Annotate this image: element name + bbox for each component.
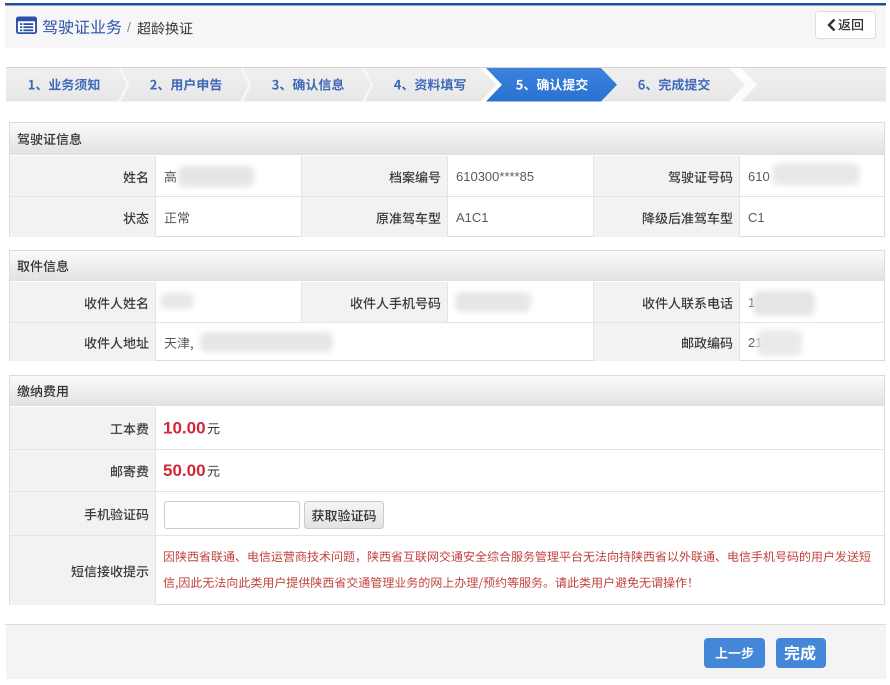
- svg-text:/: /: [127, 19, 131, 35]
- svg-text:A1C1: A1C1: [456, 210, 489, 225]
- svg-text:610: 610: [748, 169, 770, 184]
- svg-text:610300****85: 610300****85: [456, 169, 534, 184]
- svg-text:C1: C1: [748, 210, 765, 225]
- svg-text:50.00: 50.00: [163, 461, 206, 480]
- svg-text:10.00: 10.00: [163, 419, 206, 438]
